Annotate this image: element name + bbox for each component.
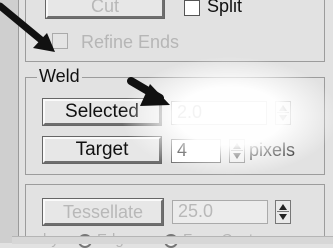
annotation-arrows — [0, 2, 170, 106]
callout-arrow-weld — [127, 77, 170, 106]
callout-arrow-top — [0, 2, 55, 52]
